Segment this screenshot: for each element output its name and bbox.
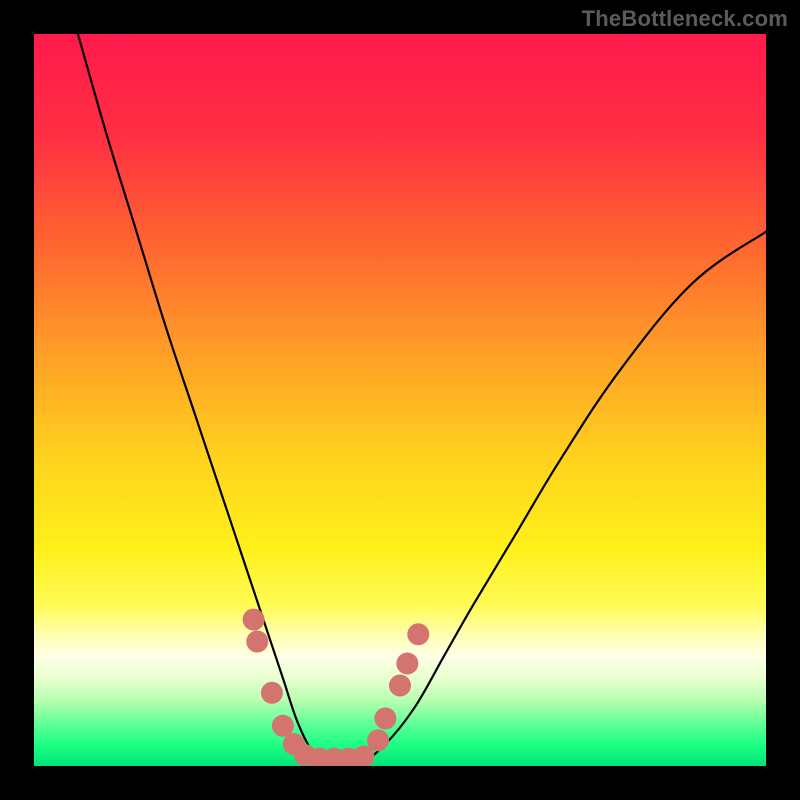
chart-svg	[34, 34, 766, 766]
curve-bottleneck-curve	[78, 34, 766, 766]
marker-right-cluster-2	[374, 707, 396, 729]
plot-area	[34, 34, 766, 766]
marker-right-cluster-5	[407, 623, 429, 645]
marker-right-cluster-4	[396, 653, 418, 675]
marker-right-cluster-1	[367, 729, 389, 751]
marker-left-cluster-4	[272, 715, 294, 737]
outer-frame: TheBottleneck.com	[0, 0, 800, 800]
marker-left-cluster-3	[261, 682, 283, 704]
watermark-text: TheBottleneck.com	[582, 6, 788, 32]
marker-left-cluster-1	[243, 609, 265, 631]
marker-right-cluster-3	[389, 674, 411, 696]
marker-left-cluster-2	[246, 631, 268, 653]
